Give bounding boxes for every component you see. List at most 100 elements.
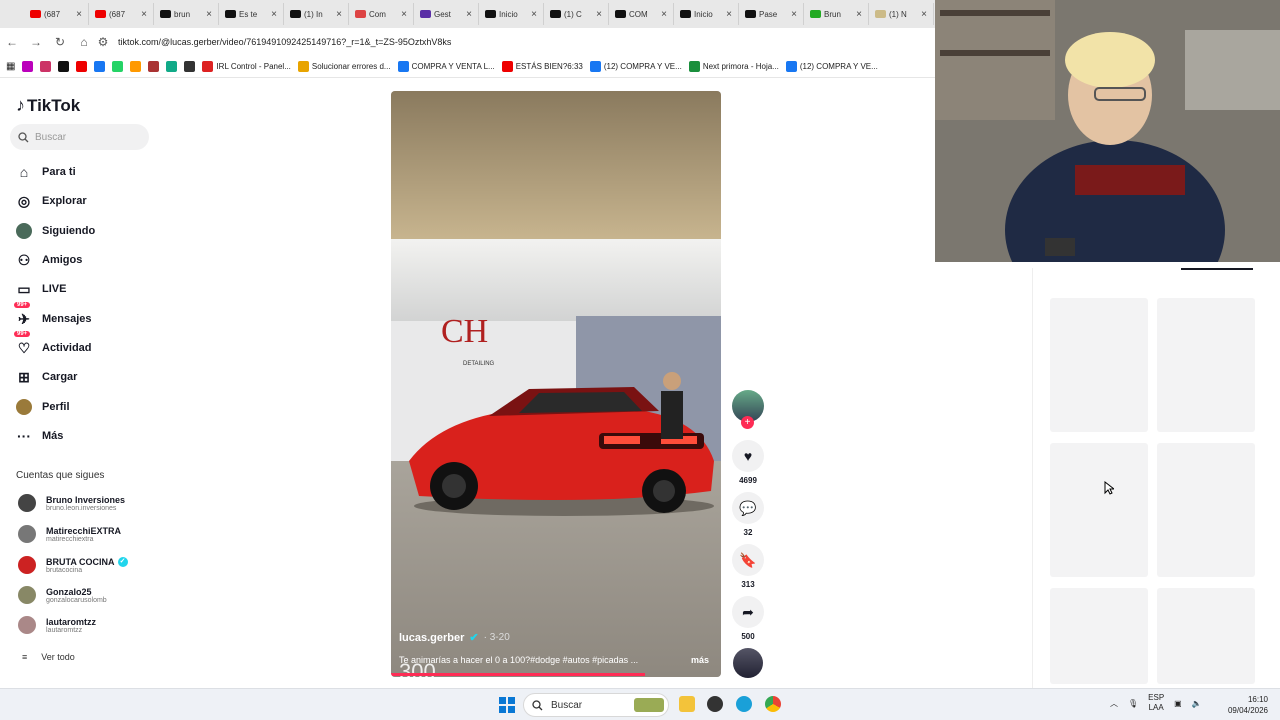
comment-button[interactable]: 💬 32 [732,492,764,537]
share-button[interactable]: ➦ 500 [732,596,764,641]
forward-icon[interactable]: → [24,35,48,49]
bookmark-item[interactable]: (12) COMPRA Y VE... [589,61,682,72]
sidebar-item-live[interactable]: ▭ LIVE [16,278,66,300]
windows-start-icon[interactable] [499,697,515,713]
browser-tab[interactable]: (687 × [24,3,89,25]
browser-tab[interactable]: brun × [154,3,219,25]
bookmark-favicon-icon [58,61,70,72]
tab-close-icon[interactable]: × [596,9,602,20]
bookmark-icon: 🔖 [732,544,764,576]
followed-account[interactable]: MatirecchiEXTRA matirecchiextra [18,525,121,543]
volume-icon[interactable]: 🔈 [1192,699,1202,708]
browser-tab[interactable]: (1) C × [544,3,609,25]
tab-close-icon[interactable]: × [271,9,277,20]
browser-tab[interactable]: Com × [349,3,414,25]
tab-favicon-icon [810,10,821,18]
chrome-icon[interactable] [765,696,781,712]
bookmark-item[interactable] [58,61,70,72]
sidebar-item-mensajes[interactable]: ✈ 99+ Mensajes [14,302,92,330]
followed-account[interactable]: Bruno Inversiones bruno.leon.inversiones [18,494,125,512]
microphone-icon[interactable]: 🎙 [1128,699,1138,708]
tab-close-icon[interactable]: × [401,9,407,20]
video-progress-bar[interactable] [391,673,646,676]
tab-close-icon[interactable]: × [661,9,667,20]
tab-close-icon[interactable]: × [921,9,927,20]
caption-more-button[interactable]: más [691,655,709,665]
sidebar-item-explorar[interactable]: ◎ Explorar [16,190,87,212]
sidebar-item-perfil[interactable]: Perfil [16,396,70,418]
heart-button[interactable]: ♥ 4699 [732,440,764,485]
network-icon[interactable]: ▣ [1174,699,1182,708]
chevron-up-icon[interactable]: ︿ [1110,698,1118,709]
tab-close-icon[interactable]: × [791,9,797,20]
sidebar-item-actividad[interactable]: ♡ 99+ Actividad [14,331,92,359]
obs-icon[interactable] [707,696,723,712]
followed-account[interactable]: lautaromtzz lautaromtzz [18,616,96,634]
browser-tab[interactable]: COM × [609,3,674,25]
tab-favicon-icon [485,10,496,18]
bookmark-item[interactable] [40,61,52,72]
tab-close-icon[interactable]: × [336,9,342,20]
browser-tab[interactable]: (1) N × [869,3,934,25]
sound-avatar-button[interactable] [732,648,764,678]
bookmark-button[interactable]: 🔖 313 [732,544,764,589]
browser-tab[interactable]: Inicio × [479,3,544,25]
bookmark-item[interactable] [112,61,124,72]
tab-close-icon[interactable]: × [76,9,82,20]
bookmark-item[interactable] [130,61,142,72]
followed-account[interactable]: Gonzalo25 gonzalocarusolomb [18,586,107,604]
tab-close-icon[interactable]: × [531,9,537,20]
tab-close-icon[interactable]: × [466,9,472,20]
bookmark-item[interactable] [94,61,106,72]
video-frame-ceiling [391,91,721,241]
notification-badge: 99+ [14,331,31,337]
sidebar-item-cargar[interactable]: ⊞ Cargar [16,366,77,388]
sidebar-item-siguiendo[interactable]: Siguiendo [16,220,95,242]
browser-tab[interactable]: Pase × [739,3,804,25]
language-indicator[interactable]: ESP LAA [1148,693,1164,713]
browser-tab[interactable]: (1) In × [284,3,349,25]
tab-close-icon[interactable]: × [726,9,732,20]
bookmark-item[interactable]: Solucionar errores d... [297,61,391,72]
browser-tab[interactable]: Gest × [414,3,479,25]
follow-plus-button[interactable]: + [741,416,754,429]
bookmark-item[interactable] [148,61,160,72]
bookmark-item[interactable] [22,61,34,72]
bookmark-favicon-icon [297,61,309,72]
reload-icon[interactable]: ↻ [48,35,72,49]
video-player[interactable]: CH DETAILING lucas.gerber ✔ · 3-20 300 T… [391,91,721,677]
search-input[interactable]: Buscar [10,124,149,150]
sidebar-item-amigos[interactable]: ⚇ Amigos [16,249,83,271]
edge-icon[interactable] [736,696,752,712]
back-icon[interactable]: ← [0,35,24,49]
clock[interactable]: 16:10 09/04/2026 [1222,694,1268,716]
sidebar-item-mas[interactable]: ··· Más [16,425,63,447]
video-date: · 3-20 [483,632,510,643]
bookmark-item[interactable]: Next primora - Hoja... [688,61,779,72]
bookmark-item[interactable]: COMPRA Y VENTA L... [397,61,495,72]
bookmark-item[interactable]: (12) COMPRA Y VE... [785,61,878,72]
bookmark-item[interactable] [184,61,196,72]
bookmark-item[interactable]: ESTÁS BIEN?6:33 [501,61,583,72]
browser-tab[interactable]: Inicio × [674,3,739,25]
bookmark-item[interactable] [76,61,88,72]
browser-tab[interactable]: Es te × [219,3,284,25]
bookmark-item[interactable]: IRL Control - Panel... [202,61,291,72]
url-field[interactable]: tiktok.com/@lucas.gerber/video/761949109… [118,37,451,47]
file-explorer-icon[interactable] [679,696,695,712]
browser-tab[interactable]: Brun × [804,3,869,25]
taskbar-search[interactable]: Buscar [523,693,669,717]
see-all-link[interactable]: ≡ Ver todo [22,652,75,662]
bookmark-item[interactable] [166,61,178,72]
browser-tab[interactable]: (687 × [89,3,154,25]
tab-close-icon[interactable]: × [856,9,862,20]
home-icon[interactable]: ⌂ [72,35,96,49]
followed-account[interactable]: BRUTA COCINA ✓ brutacocina [18,556,128,574]
sidebar-item-para-ti[interactable]: ⌂ Para ti [16,161,76,183]
apps-grid-icon[interactable]: ▦ [6,61,15,72]
video-author[interactable]: lucas.gerber ✔ · 3-20 [399,631,510,645]
tiktok-logo[interactable]: ♪ TikTok [16,95,80,116]
site-info-icon[interactable]: ⚙ [96,35,110,49]
tab-close-icon[interactable]: × [141,9,147,20]
tab-close-icon[interactable]: × [206,9,212,20]
